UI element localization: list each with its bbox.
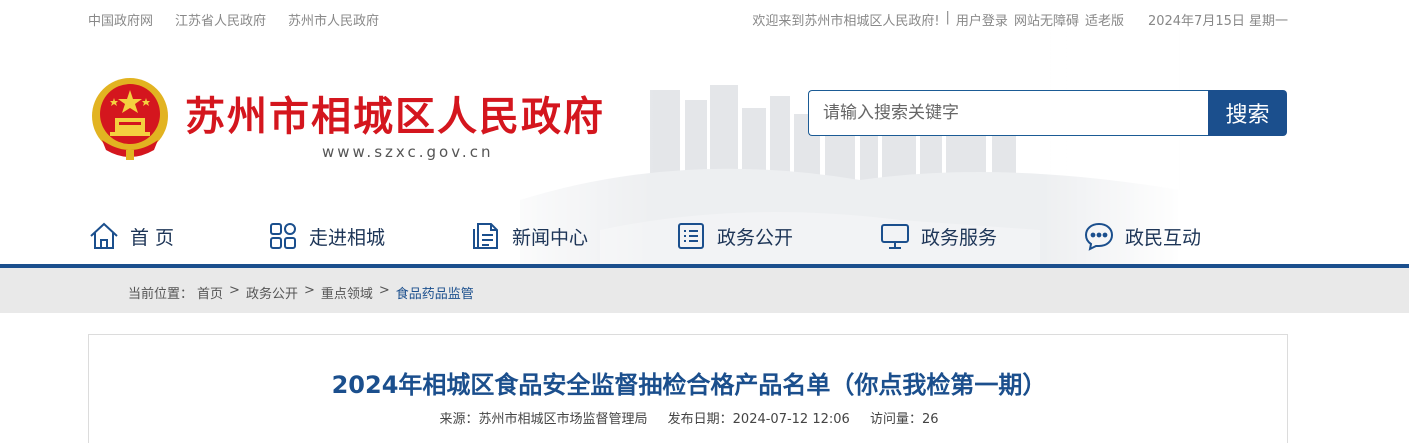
user-login-link[interactable]: 用户登录 [956, 10, 1008, 29]
nav-label-public: 政务公开 [717, 226, 794, 249]
site-url: www.szxc.gov.cn [322, 143, 494, 161]
nav-item-service[interactable]: 政务服务 [879, 220, 997, 252]
nav-item-home[interactable]: 首 页 [88, 220, 174, 252]
breadcrumb-separator: > [229, 283, 240, 298]
search-button[interactable]: 搜索 [1208, 90, 1287, 136]
national-emblem-icon [92, 78, 168, 160]
main-nav: 首 页 走进相城 新闻中心 政务公开 政务服务 政民互动 [0, 214, 1409, 264]
breadcrumb-prefix: 当前位置： [128, 287, 194, 302]
article-meta: 来源：苏州市相城区市场监督管理局 发布日期：2024-07-12 12:06 访… [89, 408, 1289, 427]
breadcrumb-key-areas[interactable]: 重点领域 [321, 283, 373, 302]
article-panel: 2024年相城区食品安全监督抽检合格产品名单（你点我检第一期） 来源：苏州市相城… [88, 334, 1288, 443]
breadcrumb-separator: > [378, 283, 390, 298]
link-gov-cn[interactable]: 中国政府网 [88, 10, 153, 29]
current-date: 2024年7月15日 星期一 [1147, 14, 1288, 29]
top-right-info: 欢迎来到苏州市相城区人民政府! | 用户登录 网站无障碍 适老版 2024年7月… [752, 10, 1288, 29]
nav-label-interaction: 政民互动 [1125, 226, 1202, 249]
breadcrumb-bar: 当前位置： 首页 > 政务公开 > 重点领域 > 食品药品监管 [0, 268, 1409, 313]
link-jiangsu-gov[interactable]: 江苏省人民政府 [175, 10, 266, 29]
home-icon [90, 222, 118, 249]
views-label: 访问量： [869, 412, 922, 427]
breadcrumb-separator: > [303, 283, 315, 298]
grid-icon [270, 223, 296, 249]
chat-icon [1084, 222, 1114, 251]
article-views: 访问量：26 [870, 412, 939, 427]
nav-item-interaction[interactable]: 政民互动 [1083, 220, 1201, 252]
link-suzhou-gov[interactable]: 苏州市人民政府 [288, 10, 379, 29]
breadcrumb-current[interactable]: 食品药品监管 [396, 283, 474, 302]
document-icon [473, 223, 498, 249]
elderly-mode-link[interactable]: 适老版 [1085, 10, 1124, 29]
list-icon [678, 223, 704, 249]
source-value: 苏州市相城区市场监督管理局 [478, 412, 648, 427]
date-value: 2024-07-12 12:06 [732, 412, 850, 427]
search-input[interactable] [808, 90, 1209, 136]
breadcrumb: 当前位置： 首页 > 政务公开 > 重点领域 > 食品药品监管 [128, 283, 474, 302]
source-label: 来源： [439, 412, 479, 427]
article-date: 发布日期：2024-07-12 12:06 [668, 412, 850, 427]
article-source: 来源：苏州市相城区市场监督管理局 [439, 412, 647, 427]
nav-label-service: 政务服务 [921, 226, 998, 249]
accessibility-link[interactable]: 网站无障碍 [1014, 10, 1079, 29]
top-links: 中国政府网 江苏省人民政府 苏州市人民政府 [88, 10, 379, 29]
monitor-icon [881, 224, 909, 249]
welcome-text: 欢迎来到苏州市相城区人民政府! [752, 14, 940, 29]
nav-item-news[interactable]: 新闻中心 [470, 220, 588, 252]
breadcrumb-home[interactable]: 首页 [197, 283, 223, 302]
nav-item-public[interactable]: 政务公开 [675, 220, 793, 252]
date-label: 发布日期： [667, 412, 733, 427]
article-title: 2024年相城区食品安全监督抽检合格产品名单（你点我检第一期） [331, 371, 1047, 399]
views-value: 26 [921, 412, 939, 427]
top-separator: | [945, 10, 950, 25]
nav-label-home: 首 页 [130, 226, 175, 249]
nav-label-about: 走进相城 [309, 226, 386, 249]
top-bar: 中国政府网 江苏省人民政府 苏州市人民政府 欢迎来到苏州市相城区人民政府! | … [0, 0, 1409, 36]
nav-item-about[interactable]: 走进相城 [267, 220, 385, 252]
site-title: 苏州市相城区人民政府 [185, 93, 605, 140]
nav-label-news: 新闻中心 [512, 226, 589, 249]
breadcrumb-public[interactable]: 政务公开 [246, 283, 298, 302]
